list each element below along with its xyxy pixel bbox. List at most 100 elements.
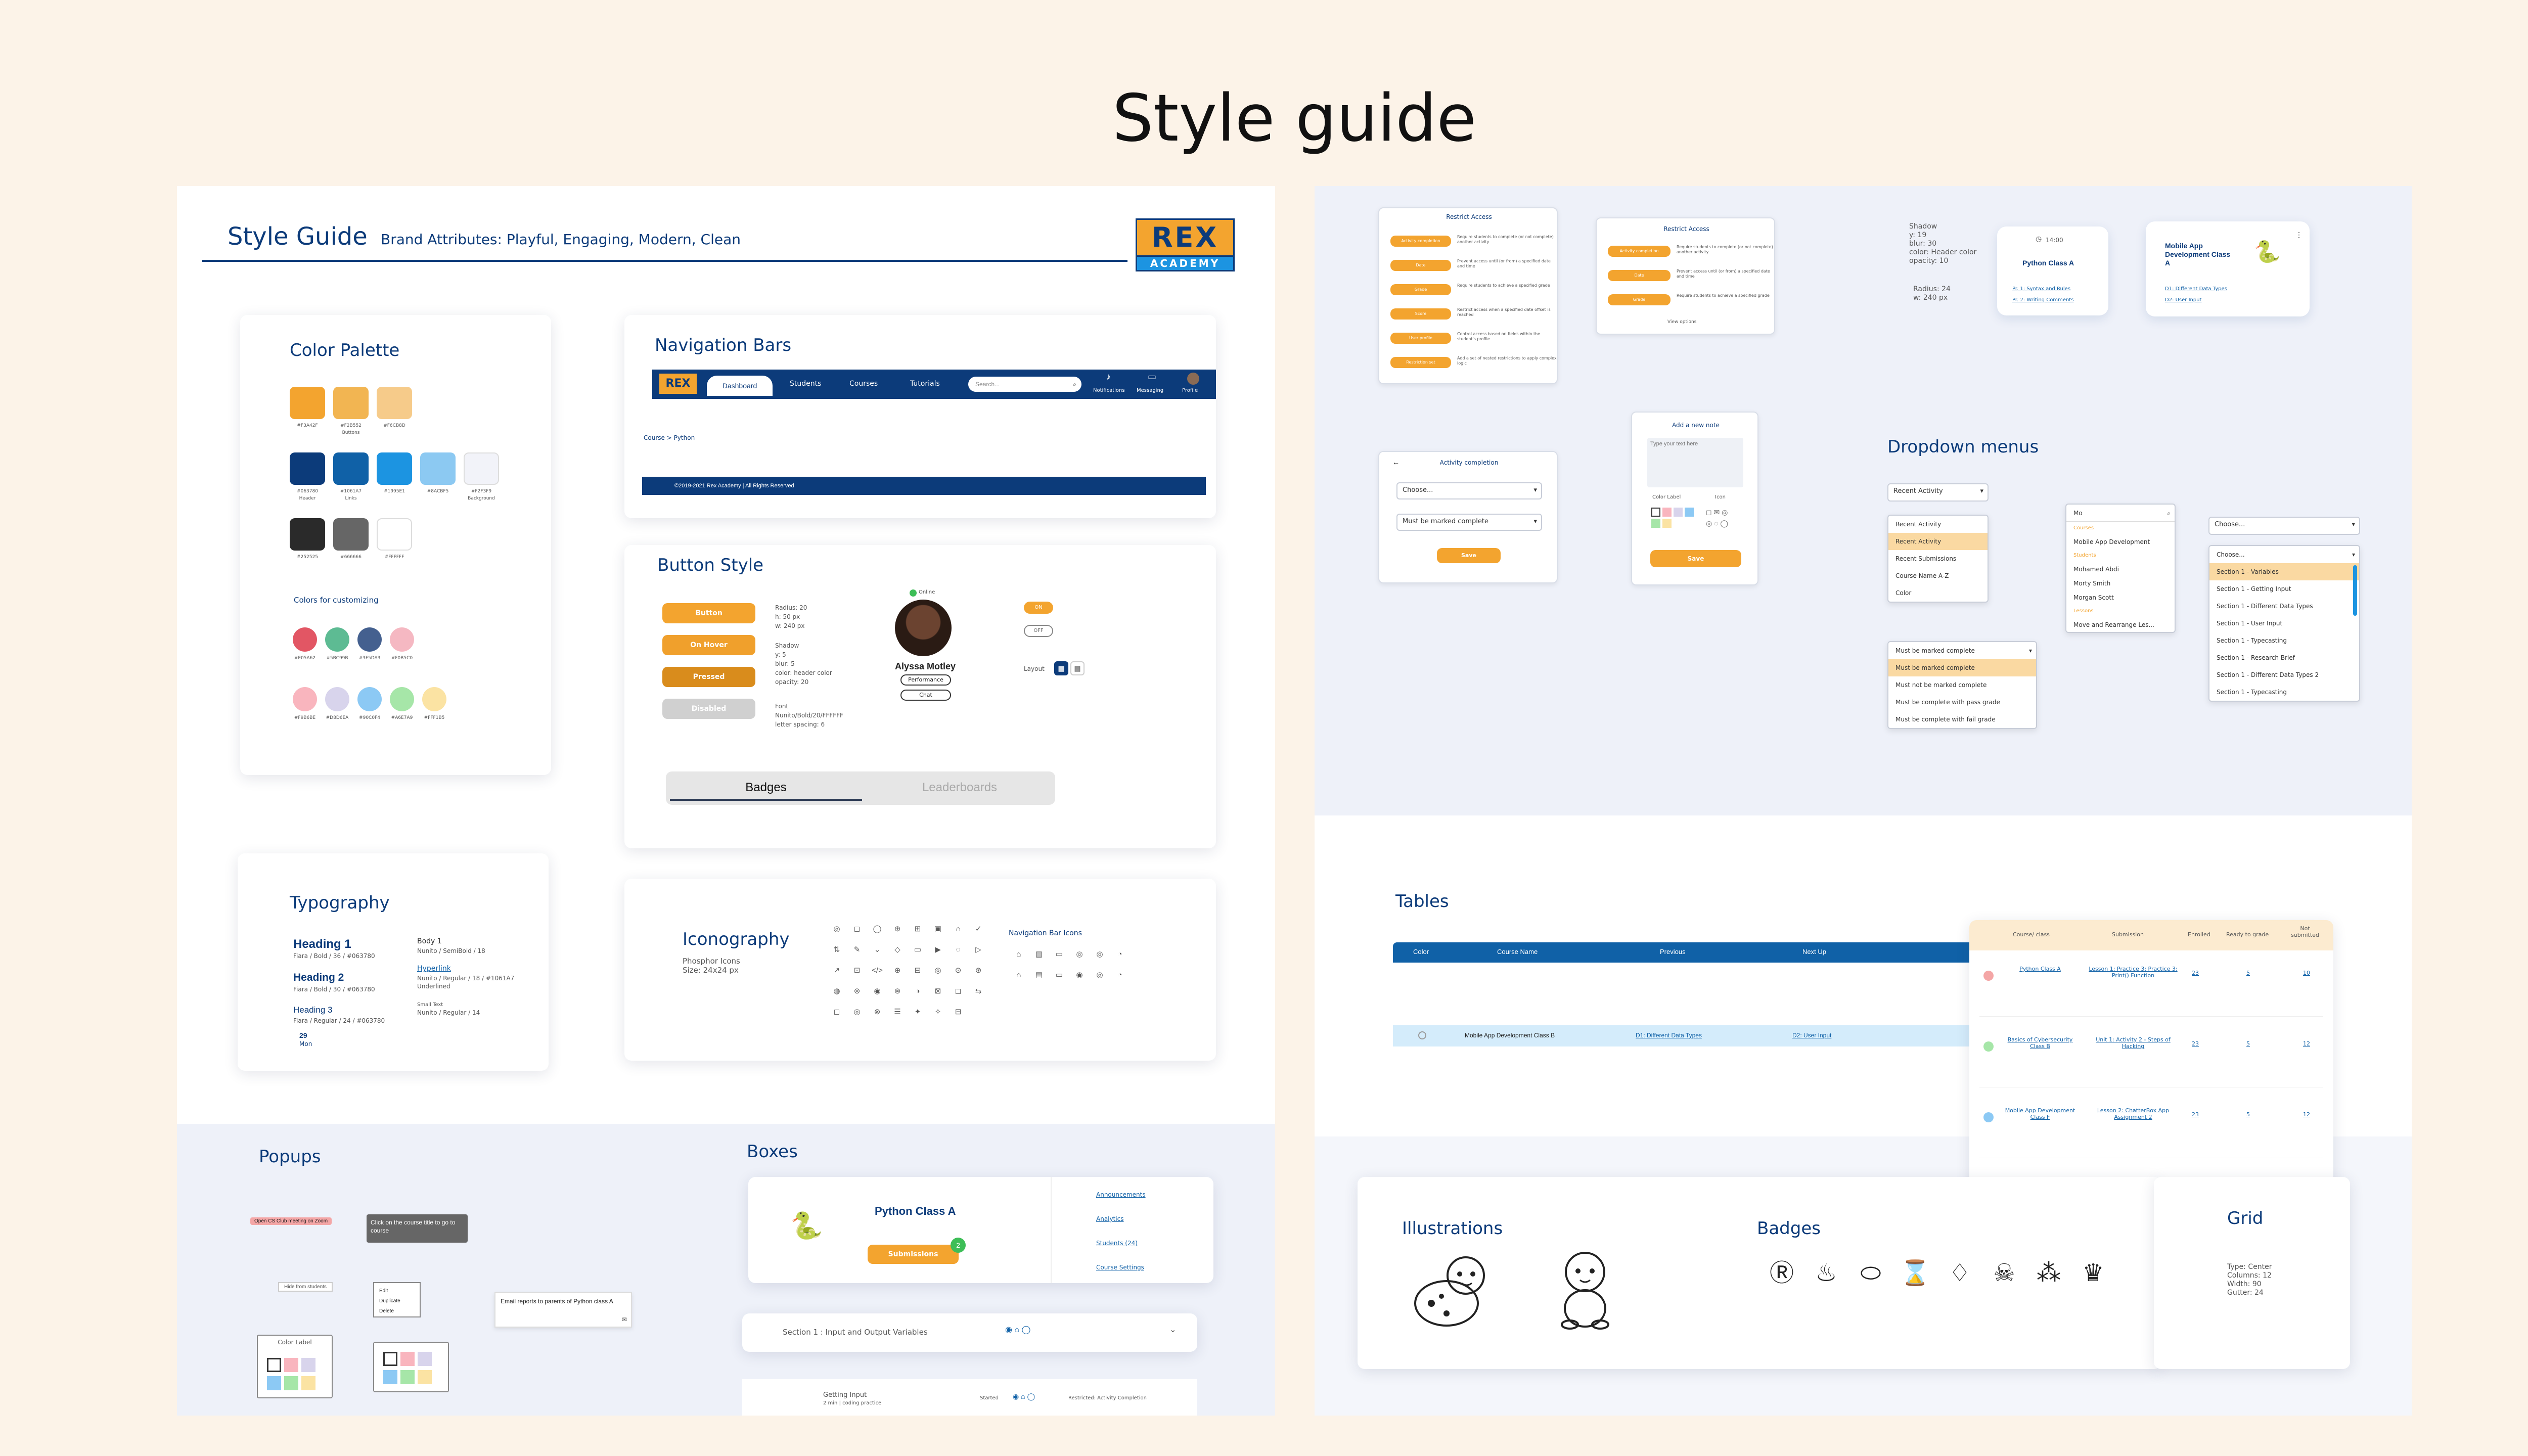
nav-tab-dashboard[interactable]: Dashboard — [707, 376, 773, 396]
section-option[interactable]: Section 1 - Different Data Types 2 — [2209, 666, 2359, 684]
color-opt-b4[interactable] — [383, 1370, 397, 1384]
students-link[interactable]: Students (24) — [1096, 1240, 1138, 1247]
mark-option[interactable]: Must not be marked complete — [1888, 676, 2036, 694]
color-opt-3[interactable] — [301, 1358, 315, 1372]
submissions-button[interactable]: Submissions — [868, 1245, 959, 1264]
view-options[interactable]: View options — [1667, 320, 1696, 325]
restrict-option-button[interactable]: Grade — [1390, 284, 1451, 295]
nc1[interactable] — [1651, 508, 1660, 517]
t2-course[interactable]: Python Class A — [2005, 966, 2075, 972]
restrict-option-button[interactable]: User profile — [1390, 333, 1451, 344]
search-result[interactable]: Move and Rearrange Les... — [2066, 618, 2175, 632]
t2-not-submitted[interactable]: 12 — [2303, 1040, 2310, 1047]
search-field[interactable]: Mo ⌕ — [2066, 505, 2175, 522]
search-result[interactable]: Mobile App Development — [2066, 535, 2175, 549]
t2-ready[interactable]: 5 — [2246, 1111, 2250, 1118]
button-hover[interactable]: On Hover — [662, 635, 755, 655]
mark-option[interactable]: Must be complete with pass grade — [1888, 694, 2036, 711]
section-option[interactable]: Section 1 - Variables — [2209, 563, 2359, 580]
restrict-option-button[interactable]: Restriction set — [1390, 357, 1451, 368]
settings-link[interactable]: Course Settings — [1096, 1264, 1144, 1271]
nc4[interactable] — [1685, 508, 1694, 517]
note-colors[interactable] — [1650, 507, 1701, 529]
mark-header[interactable]: Must be marked complete ▾ — [1888, 642, 2036, 659]
t2-submission[interactable]: Lesson 2: ChatterBox App Assignment 2 — [2088, 1107, 2179, 1120]
section-box[interactable]: Section 1 : Input and Output Variables ◉… — [742, 1313, 1197, 1352]
t2-course[interactable]: Basics of Cybersecurity Class B — [2005, 1036, 2075, 1050]
layout-grid-icon[interactable]: ▦ — [1054, 661, 1068, 675]
activity-mark[interactable]: Must be marked complete ▾ — [1396, 514, 1542, 531]
nav-tab-students[interactable]: Students — [790, 380, 821, 388]
breadcrumb[interactable]: Course > Python — [644, 434, 695, 441]
nc2[interactable] — [1662, 508, 1672, 517]
color-opt-b2[interactable] — [400, 1352, 415, 1366]
color-opt-4[interactable] — [267, 1376, 281, 1390]
toggle-on[interactable]: ON — [1024, 602, 1053, 614]
t2-not-submitted[interactable]: 10 — [2303, 970, 2310, 976]
button-default[interactable]: Button — [662, 603, 755, 623]
menu-edit[interactable]: Edit — [379, 1286, 415, 1296]
hide-button[interactable]: Hide from students — [278, 1282, 333, 1292]
section-option[interactable]: Section 1 - Research Brief — [2209, 649, 2359, 666]
t2-submission[interactable]: Lesson 1: Practice 3: Practice 3: Print(… — [2088, 966, 2179, 979]
recent-menu-header[interactable]: Recent Activity — [1888, 516, 1988, 533]
recent-option[interactable]: Color — [1888, 584, 1988, 602]
table1-row[interactable]: Mobile App Development Class B D1: Diffe… — [1393, 1025, 1979, 1046]
section-option[interactable]: Section 1 - Getting Input — [2209, 580, 2359, 598]
section-choose[interactable]: Choose... ▾ — [2209, 546, 2359, 563]
menu-duplicate[interactable]: Duplicate — [379, 1296, 415, 1306]
color-opt-b3[interactable] — [418, 1352, 432, 1366]
t2-course[interactable]: Mobile App Development Class F — [2005, 1107, 2075, 1120]
restrict-option-button[interactable]: Activity completion — [1390, 236, 1451, 247]
activity-save[interactable]: Save — [1437, 548, 1501, 563]
toggle-off[interactable]: OFF — [1024, 625, 1053, 637]
t2-ready[interactable]: 5 — [2246, 1040, 2250, 1047]
more-icon[interactable]: ⋮ — [2295, 231, 2303, 239]
section-option[interactable]: Section 1 - User Input — [2209, 615, 2359, 632]
section-option[interactable]: Section 1 - Different Data Types — [2209, 598, 2359, 615]
mobile-l1[interactable]: D1: Different Data Types — [2165, 286, 2227, 292]
note-icons[interactable]: ◻ ✉ ◎ ◎ ◌ ◯ — [1706, 507, 1746, 529]
t2-enrolled[interactable]: 23 — [2192, 1040, 2199, 1047]
color-opt-5[interactable] — [284, 1376, 298, 1390]
nc6[interactable] — [1662, 519, 1672, 528]
t2-submission[interactable]: Unit 1: Activity 2 - Steps of Hacking — [2088, 1036, 2179, 1050]
nav-tab-courses[interactable]: Courses — [849, 380, 878, 388]
restrict-option-button[interactable]: Activity completion — [1608, 246, 1671, 257]
nav-notifications[interactable]: Notifications — [1093, 388, 1125, 393]
chat-button[interactable]: Chat — [900, 690, 951, 701]
color-opt-b6[interactable] — [418, 1370, 432, 1384]
activity-choose[interactable]: Choose... ▾ — [1396, 482, 1542, 499]
nc5[interactable] — [1651, 519, 1660, 528]
announcements-link[interactable]: Announcements — [1096, 1191, 1146, 1198]
class-l2[interactable]: Pr. 2: Writing Comments — [2012, 297, 2073, 303]
nc3[interactable] — [1674, 508, 1683, 517]
restrict-option-button[interactable]: Grade — [1608, 294, 1671, 305]
nav-messaging[interactable]: Messaging — [1137, 388, 1163, 393]
t2-enrolled[interactable]: 23 — [2192, 970, 2199, 976]
menu-delete[interactable]: Delete — [379, 1306, 415, 1316]
class-card[interactable]: 14:00 ◷ Python Class A Pr. 1: Syntax and… — [1997, 226, 2108, 315]
nav-search-input[interactable]: Search... ⌕ — [968, 377, 1081, 392]
layout-list-icon[interactable]: ▤ — [1070, 661, 1085, 675]
tab-badges[interactable]: Badges — [670, 776, 862, 801]
performance-button[interactable]: Performance — [900, 674, 951, 686]
section-option[interactable]: Section 1 - Typecasting — [2209, 684, 2359, 701]
nav-profile[interactable]: Profile — [1182, 388, 1198, 393]
chevron-down-icon[interactable]: ⌄ — [1169, 1325, 1176, 1335]
t2-ready[interactable]: 5 — [2246, 970, 2250, 976]
restrict-option-button[interactable]: Date — [1608, 270, 1671, 281]
analytics-link[interactable]: Analytics — [1096, 1215, 1124, 1222]
search-result[interactable]: Morgan Scott — [2066, 590, 2175, 605]
hyperlink-sample[interactable]: Hyperlink — [417, 965, 451, 973]
restrict-option-button[interactable]: Date — [1390, 260, 1451, 271]
search-result[interactable]: Morty Smith — [2066, 576, 2175, 590]
color-opt-1[interactable] — [267, 1358, 281, 1372]
scrollbar[interactable] — [2353, 565, 2357, 616]
color-opt-6[interactable] — [301, 1376, 315, 1390]
recent-dropdown[interactable]: Recent Activity ▾ — [1887, 483, 1989, 502]
color-opt-b1[interactable] — [383, 1352, 397, 1366]
section-option[interactable]: Section 1 - Typecasting — [2209, 632, 2359, 649]
mark-option[interactable]: Must be complete with fail grade — [1888, 711, 2036, 728]
note-textarea[interactable]: Type your text here — [1647, 438, 1743, 487]
